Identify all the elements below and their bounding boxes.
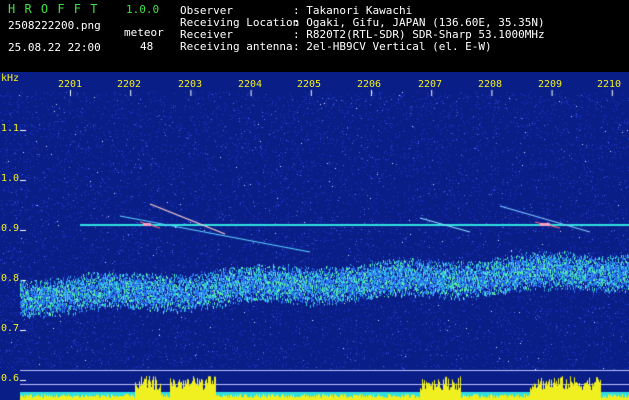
x-tick-label: 2204 <box>238 79 263 90</box>
header-panel: H R O F F T 1.0.0 2508222200.png 25.08.2… <box>0 0 629 72</box>
app-name: H R O F F T <box>8 2 99 16</box>
y-tick-label: 1.0 <box>1 173 20 184</box>
date-time: 25.08.22 22:00 <box>8 41 101 54</box>
meteor-count-value: 48 <box>140 40 154 53</box>
x-tick-label: 2206 <box>357 79 382 90</box>
x-tick-label: 2207 <box>418 79 443 90</box>
spectrogram-canvas <box>0 72 629 400</box>
y-tick-label: 0.9 <box>1 223 20 234</box>
y-tick-label: 0.7 <box>1 323 20 334</box>
file-name: 2508222200.png <box>8 19 101 32</box>
antenna-label: Receiving antenna <box>180 40 293 53</box>
x-tick-label: 2209 <box>538 79 563 90</box>
antenna-value: : 2el-HB9CV Vertical (el. E-W) <box>293 40 492 53</box>
y-tick-label: 0.8 <box>1 273 20 284</box>
x-tick-label: 2208 <box>478 79 503 90</box>
y-tick-label: 1.1 <box>1 123 20 134</box>
y-tick-label: 0.6 <box>1 373 20 384</box>
x-tick-label: 2205 <box>297 79 322 90</box>
x-tick-label: 2210 <box>597 79 622 90</box>
x-tick-label: 2203 <box>178 79 203 90</box>
y-axis-unit: kHz <box>1 73 20 84</box>
x-tick-label: 2202 <box>117 79 142 90</box>
app-version: 1.0.0 <box>126 3 160 16</box>
meteor-count-label: meteor <box>124 26 164 39</box>
x-tick-label: 2201 <box>58 79 83 90</box>
